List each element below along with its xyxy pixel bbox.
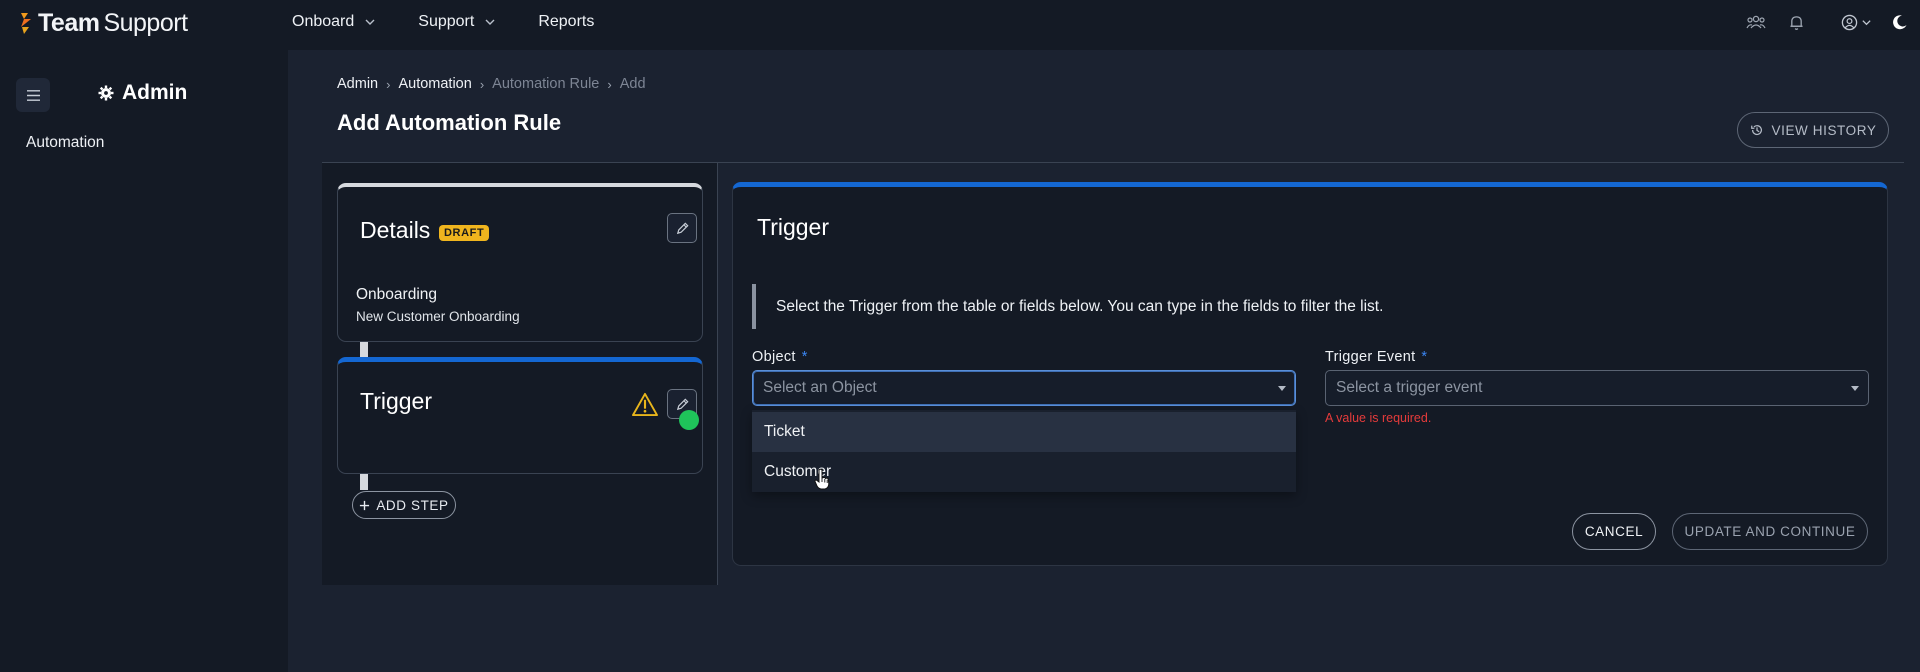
menu-icon	[26, 89, 40, 101]
pencil-icon	[676, 221, 689, 234]
gear-icon	[98, 85, 114, 101]
step-connector	[360, 474, 368, 490]
object-select[interactable]: Select an Object	[752, 370, 1296, 406]
nav-support-label: Support	[418, 13, 475, 30]
object-label-text: Object	[752, 349, 796, 365]
details-rule-name: New Customer Onboarding	[356, 309, 520, 324]
top-bar: Team Support Onboard Support Reports	[0, 0, 1920, 50]
nav-onboard-label: Onboard	[292, 13, 355, 30]
sidebar-item-automation[interactable]: Automation	[26, 134, 104, 152]
chevron-right-icon: ›	[607, 76, 612, 92]
moon-icon[interactable]	[1892, 2, 1920, 42]
breadcrumb: Admin › Automation › Automation Rule › A…	[337, 76, 646, 92]
nav-reports-label: Reports	[538, 13, 595, 30]
cancel-button[interactable]: CANCEL	[1572, 513, 1656, 550]
account-icon[interactable]	[1828, 2, 1884, 42]
sidebar-title-label: Admin	[122, 81, 188, 104]
object-option-customer[interactable]: Customer	[752, 452, 1296, 492]
update-and-continue-button[interactable]: UPDATE AND CONTINUE	[1672, 513, 1868, 550]
nav-support[interactable]: Support	[418, 13, 496, 31]
trigger-event-placeholder: Select a trigger event	[1336, 379, 1483, 396]
chevron-down-icon	[485, 19, 495, 25]
object-option-ticket[interactable]: Ticket	[752, 412, 1296, 452]
nav-onboard[interactable]: Onboard	[292, 13, 376, 31]
main-nav: Onboard Support Reports	[292, 0, 636, 44]
trigger-event-field-label: Trigger Event *	[1325, 349, 1427, 365]
hand-cursor-icon	[814, 468, 830, 490]
object-select-placeholder: Select an Object	[763, 379, 877, 396]
caret-down-icon	[1851, 386, 1859, 391]
plus-icon	[360, 500, 370, 510]
required-marker: *	[801, 349, 808, 365]
nav-reports[interactable]: Reports	[538, 13, 594, 31]
logo-mark-icon	[21, 13, 31, 34]
info-bar	[752, 284, 756, 329]
logo-text-bold: Team	[38, 8, 100, 37]
object-field-label: Object *	[752, 349, 808, 365]
trigger-event-select[interactable]: Select a trigger event	[1325, 370, 1869, 406]
breadcrumb-add: Add	[619, 76, 646, 92]
status-dot	[679, 410, 699, 430]
caret-down-icon	[1278, 386, 1286, 391]
chevron-down-icon	[1861, 19, 1871, 25]
details-card-title: Details	[360, 217, 431, 243]
breadcrumb-automation-rule: Automation Rule	[492, 76, 600, 92]
step-connector	[360, 342, 368, 357]
edit-details-button[interactable]	[667, 213, 697, 243]
bell-icon[interactable]	[1776, 2, 1816, 42]
trigger-panel-title: Trigger	[757, 214, 829, 240]
logo-text-light: Support	[103, 8, 188, 37]
trigger-event-error: A value is required.	[1325, 411, 1432, 425]
breadcrumb-admin[interactable]: Admin	[337, 76, 378, 92]
hamburger-menu-button[interactable]	[16, 78, 50, 112]
warning-icon	[632, 392, 658, 417]
sidebar: Admin Automation	[0, 50, 288, 672]
top-right-icons	[1736, 0, 1920, 44]
trigger-event-label-text: Trigger Event	[1325, 349, 1416, 365]
page-title: Add Automation Rule	[337, 110, 562, 135]
trigger-card-title: Trigger	[360, 388, 432, 414]
teamsupport-logo[interactable]: Team Support	[18, 8, 188, 38]
panel-divider	[717, 163, 718, 585]
trigger-instructions: Select the Trigger from the table or fie…	[776, 298, 1384, 315]
add-step-button[interactable]: ADD STEP	[352, 491, 456, 519]
chevron-right-icon: ›	[386, 76, 391, 92]
draft-badge: DRAFT	[439, 225, 490, 241]
chevron-down-icon	[365, 19, 375, 25]
view-history-label: VIEW HISTORY	[1771, 122, 1877, 138]
required-marker: *	[1421, 349, 1428, 365]
details-card[interactable]: Details DRAFT Onboarding New Customer On…	[337, 183, 703, 342]
details-category: Onboarding	[356, 286, 438, 303]
sidebar-title: Admin	[98, 81, 187, 105]
view-history-button[interactable]: VIEW HISTORY	[1737, 112, 1889, 148]
chevron-right-icon: ›	[479, 76, 485, 92]
object-dropdown-menu: Ticket Customer	[752, 410, 1296, 492]
add-step-label: ADD STEP	[376, 497, 449, 513]
users-icon[interactable]	[1736, 2, 1776, 42]
breadcrumb-automation[interactable]: Automation	[398, 76, 471, 92]
trigger-step-card[interactable]: Trigger	[337, 357, 703, 474]
history-icon	[1750, 125, 1762, 136]
